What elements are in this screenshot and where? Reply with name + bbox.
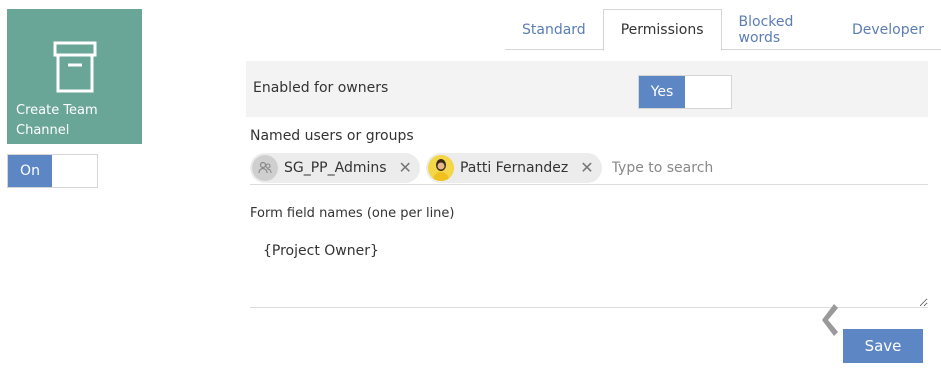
tile-label: Create Team Channel <box>16 103 98 138</box>
named-users-picker[interactable]: SG_PP_Admins ✕ Patti Fernandez ✕ <box>250 152 928 185</box>
tab-permissions[interactable]: Permissions <box>602 9 722 51</box>
tab-standard[interactable]: Standard <box>505 9 603 50</box>
form-field-names-value: {Project Owner} <box>263 243 379 259</box>
remove-chip-icon[interactable]: ✕ <box>399 160 412 176</box>
tab-bar: Standard Permissions Blocked words Devel… <box>505 9 941 51</box>
save-button[interactable]: Save <box>843 329 923 363</box>
user-chip: SG_PP_Admins ✕ <box>250 153 420 183</box>
enabled-for-owners-toggle[interactable]: Yes <box>638 75 732 109</box>
chip-name: SG_PP_Admins <box>284 160 387 176</box>
toggle-yes-label: Yes <box>639 76 685 108</box>
tile-enabled-toggle[interactable]: On <box>7 154 98 188</box>
toggle-off-side <box>52 155 97 187</box>
toggle-on-label: On <box>8 155 52 187</box>
person-avatar <box>427 155 454 181</box>
tab-developer[interactable]: Developer <box>835 9 941 50</box>
named-users-label: Named users or groups <box>250 128 414 144</box>
group-icon <box>252 155 278 181</box>
form-field-names-label: Form field names (one per line) <box>250 206 455 221</box>
enabled-for-owners-row: Enabled for owners Yes <box>246 61 928 117</box>
chip-name: Patti Fernandez <box>459 160 569 176</box>
tab-blocked-words[interactable]: Blocked words <box>722 9 835 50</box>
remove-chip-icon[interactable]: ✕ <box>580 160 593 176</box>
create-team-channel-tile[interactable]: Create Team Channel <box>7 9 142 144</box>
enabled-for-owners-label: Enabled for owners <box>253 80 389 96</box>
archive-box-icon <box>53 41 97 97</box>
user-chip: Patti Fernandez ✕ <box>425 153 602 183</box>
user-search-input[interactable] <box>609 159 794 177</box>
